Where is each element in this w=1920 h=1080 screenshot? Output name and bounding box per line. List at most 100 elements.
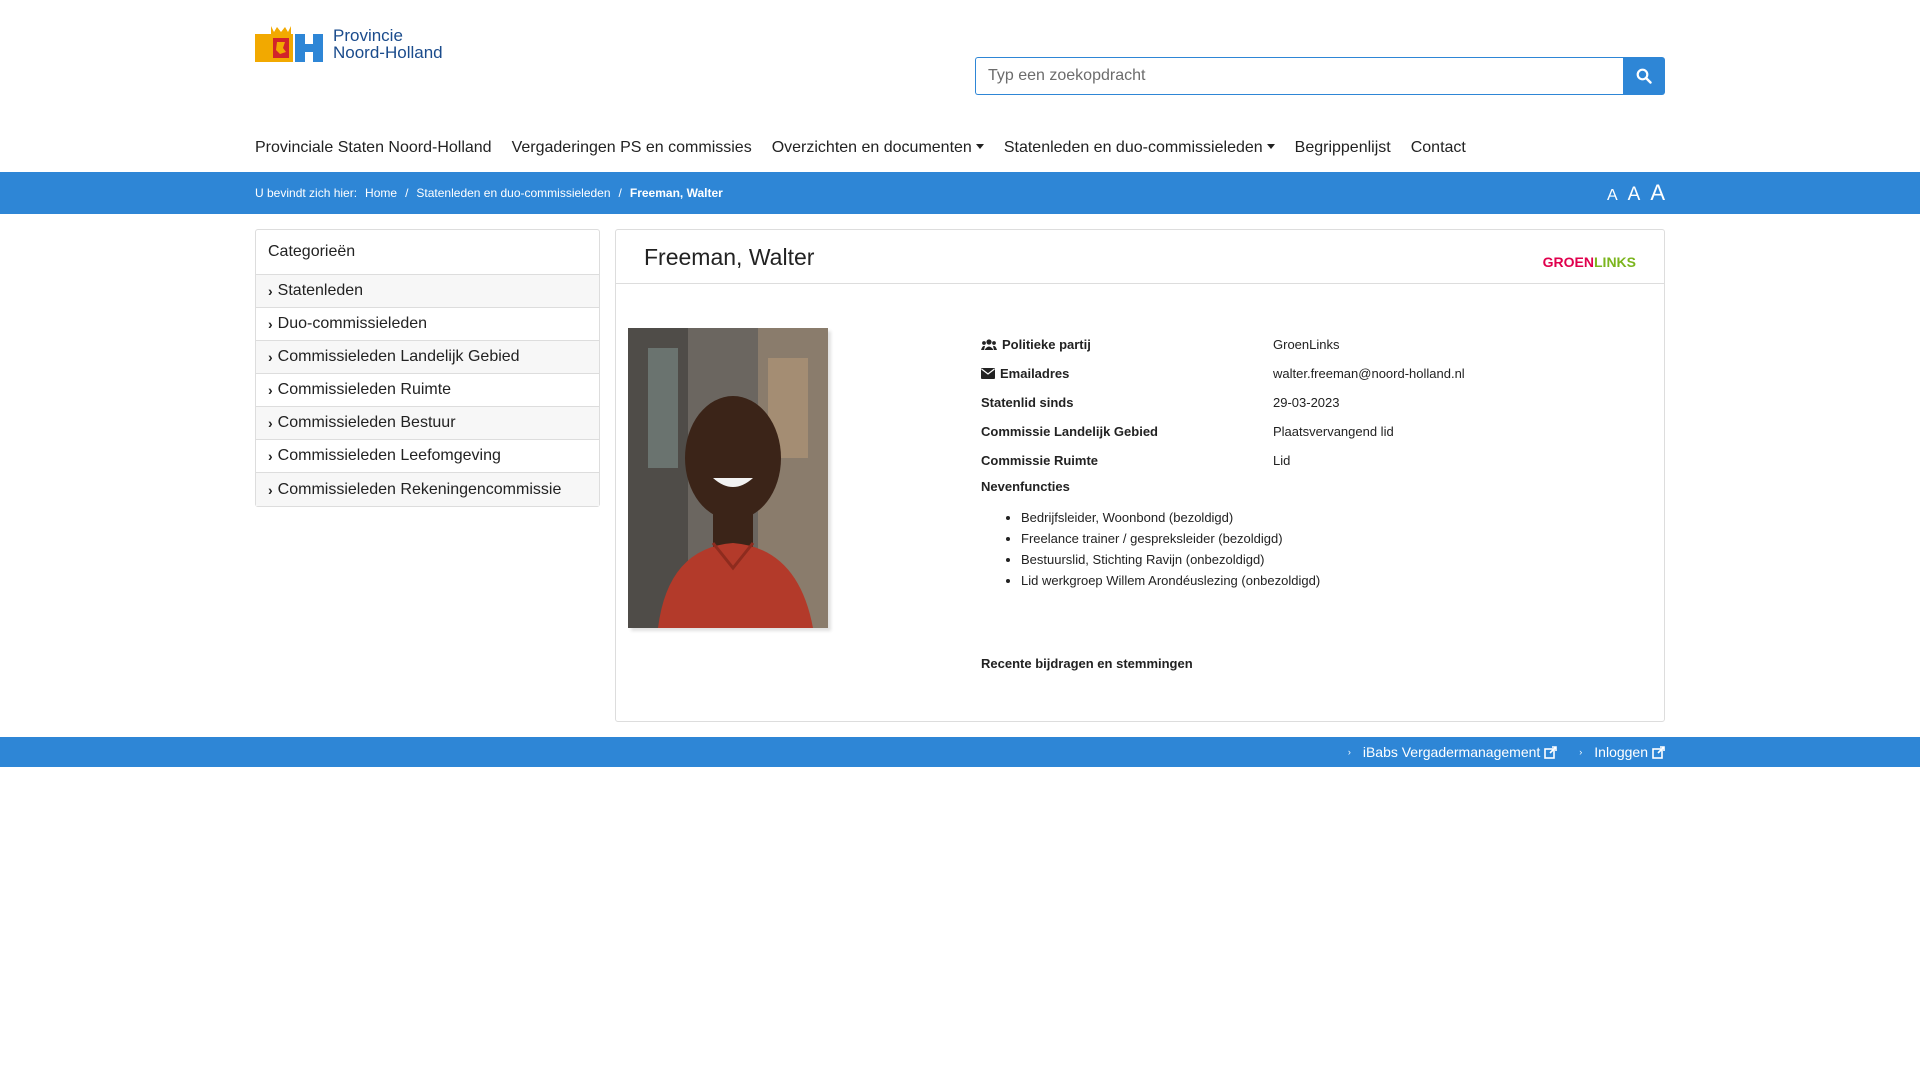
font-size-small-button[interactable]: A	[1607, 187, 1618, 205]
sidebar-item-label: Commissieleden Bestuur	[277, 414, 456, 431]
sidebar-item-duo-commissieleden[interactable]: › Duo-commissieleden	[256, 308, 599, 341]
font-size-controls: A A A	[1607, 180, 1665, 206]
detail-value-landelijk-gebied: Plaatsvervangend lid	[1273, 424, 1394, 439]
category-sidebar: Categorieën › Statenleden › Duo-commissiel…	[255, 229, 600, 507]
chevron-right-icon: ›	[268, 316, 273, 332]
nav-statenleden-label: Statenleden en duo-commissieleden	[1003, 139, 1263, 156]
detail-key-landelijk-gebied: Commissie Landelijk Gebied	[981, 424, 1158, 439]
caret-down-icon	[1266, 144, 1275, 149]
detail-key-since: Statenlid sinds	[981, 395, 1074, 410]
footer-bar: › iBabs Vergadermanagement › Inloggen	[0, 737, 1920, 767]
external-link-icon	[1544, 745, 1558, 759]
breadcrumb: U bevindt zich hier: Home / Statenleden …	[255, 186, 723, 200]
party-logo: GROENLINKS	[1543, 254, 1636, 270]
font-size-medium-button[interactable]: A	[1628, 184, 1641, 206]
chevron-right-icon: ›	[268, 349, 273, 365]
detail-key-email: Emailadres	[981, 366, 1273, 381]
nevenfuncties-heading: Nevenfuncties	[981, 479, 1070, 494]
breadcrumb-prefix: U bevindt zich hier:	[255, 186, 358, 200]
sidebar-item-landelijk-gebied[interactable]: › Commissieleden Landelijk Gebied	[256, 341, 599, 374]
nav-overzichten-label: Overzichten en documenten	[771, 139, 972, 156]
detail-key-party: Politieke partij	[981, 337, 1273, 352]
breadcrumb-section[interactable]: Statenleden en duo-commissieleden	[416, 186, 610, 200]
detail-value-email[interactable]: walter.freeman@noord-holland.nl	[1273, 366, 1465, 381]
detail-row-since: Statenlid sinds 29-03-2023	[981, 388, 1465, 417]
profile-header: Freeman, Walter GROENLINKS	[616, 230, 1664, 284]
external-link-icon	[1652, 745, 1665, 759]
font-size-large-button[interactable]: A	[1650, 180, 1665, 206]
detail-value-since: 29-03-2023	[1273, 395, 1340, 410]
party-logo-part-2: LINKS	[1594, 254, 1636, 270]
brand-name: Provincie Noord-Holland	[333, 27, 443, 61]
profile-details: Politieke partij GroenLinks Emailadres w…	[981, 330, 1465, 594]
chevron-right-icon: ›	[268, 415, 273, 431]
nav-begrippenlijst[interactable]: Begrippenlijst	[1295, 139, 1391, 157]
sidebar-item-label: Commissieleden Ruimte	[277, 381, 452, 398]
search-input[interactable]	[975, 57, 1623, 95]
list-item: Lid werkgroep Willem Arondéuslezing (onb…	[1021, 573, 1465, 594]
ibabs-link[interactable]: › iBabs Vergadermanagement	[1347, 744, 1558, 760]
sidebar-item-label: Commissieleden Leefomgeving	[277, 447, 501, 464]
search-icon	[1636, 68, 1652, 84]
nav-statenleden-dropdown[interactable]: Statenleden en duo-commissieleden	[1004, 139, 1275, 157]
nav-contact[interactable]: Contact	[1411, 139, 1466, 157]
brand-line-1: Provincie	[333, 26, 403, 45]
breadcrumb-current: Freeman, Walter	[629, 186, 723, 200]
envelope-icon	[981, 368, 995, 379]
login-link[interactable]: › Inloggen	[1579, 744, 1665, 760]
detail-key-label: Emailadres	[1000, 366, 1070, 381]
sidebar-item-label: Commissieleden Rekeningencommissie	[277, 480, 562, 498]
profile-name: Freeman, Walter	[644, 244, 815, 270]
party-logo-part-1: GROEN	[1542, 254, 1594, 270]
nav-overzichten-dropdown[interactable]: Overzichten en documenten	[772, 139, 984, 157]
nav-vergaderingen[interactable]: Vergaderingen PS en commissies	[512, 139, 752, 157]
detail-value-ruimte: Lid	[1273, 453, 1291, 468]
caret-right-icon: ›	[1579, 747, 1583, 757]
search-form	[975, 57, 1665, 95]
sidebar-item-ruimte[interactable]: › Commissieleden Ruimte	[256, 374, 599, 407]
detail-row-email: Emailadres walter.freeman@noord-holland.…	[981, 359, 1465, 388]
profile-photo	[628, 328, 828, 628]
caret-right-icon: ›	[1347, 747, 1351, 757]
sidebar-item-label: Commissieleden Landelijk Gebied	[277, 348, 520, 365]
chevron-right-icon: ›	[268, 448, 273, 464]
detail-key-ruimte: Commissie Ruimte	[981, 453, 1099, 468]
category-list: › Statenleden › Duo-commissieleden › Commis…	[256, 275, 599, 506]
nav-provinciale-staten[interactable]: Provinciale Staten Noord-Holland	[255, 139, 492, 157]
list-item: Freelance trainer / gespreksleider (bezo…	[1021, 531, 1465, 552]
sidebar-title: Categorieën	[256, 230, 599, 275]
detail-row-landelijk-gebied: Commissie Landelijk Gebied Plaatsvervang…	[981, 417, 1465, 446]
sidebar-item-bestuur[interactable]: › Commissieleden Bestuur	[256, 407, 599, 440]
sidebar-item-rekeningencommissie[interactable]: › Commissieleden Rekeningencommissie	[256, 473, 599, 506]
sidebar-item-label: Duo-commissieleden	[277, 315, 428, 332]
nevenfuncties-list: Bedrijfsleider, Woonbond (bezoldigd) Fre…	[981, 510, 1465, 594]
sidebar-item-leefomgeving[interactable]: › Commissieleden Leefomgeving	[256, 440, 599, 473]
profile-card: Freeman, Walter GROENLINKS Politieke par…	[615, 229, 1665, 722]
caret-down-icon	[975, 144, 984, 149]
sidebar-item-label: Statenleden	[277, 282, 364, 299]
breadcrumb-bar: U bevindt zich hier: Home / Statenleden …	[0, 172, 1920, 214]
detail-key-label: Politieke partij	[1002, 337, 1091, 352]
footer-links: › iBabs Vergadermanagement › Inloggen	[1348, 744, 1665, 760]
coat-of-arms-icon	[255, 24, 327, 64]
login-link-label: Inloggen	[1594, 744, 1648, 760]
search-button[interactable]	[1623, 57, 1665, 95]
ibabs-link-label: iBabs Vergadermanagement	[1362, 744, 1541, 760]
sidebar-item-statenleden[interactable]: › Statenleden	[256, 275, 599, 308]
detail-row-ruimte: Commissie Ruimte Lid	[981, 446, 1465, 475]
detail-value-party: GroenLinks	[1273, 337, 1340, 352]
main-navigation: Provinciale Staten Noord-Holland Vergade…	[255, 139, 1486, 157]
breadcrumb-home[interactable]: Home	[365, 186, 397, 200]
breadcrumb-separator: /	[405, 186, 409, 200]
recent-contributions-heading: Recente bijdragen en stemmingen	[981, 656, 1193, 671]
list-item: Bestuurslid, Stichting Ravijn (onbezoldi…	[1021, 552, 1465, 573]
chevron-right-icon: ›	[268, 481, 273, 498]
list-item: Bedrijfsleider, Woonbond (bezoldigd)	[1021, 510, 1465, 531]
brand-line-2: Noord-Holland	[333, 43, 443, 62]
chevron-right-icon: ›	[268, 382, 273, 398]
detail-row-party: Politieke partij GroenLinks	[981, 330, 1465, 359]
breadcrumb-separator: /	[618, 186, 622, 200]
chevron-right-icon: ›	[268, 283, 273, 299]
provincie-logo[interactable]: Provincie Noord-Holland	[255, 24, 443, 64]
users-icon	[981, 338, 997, 350]
